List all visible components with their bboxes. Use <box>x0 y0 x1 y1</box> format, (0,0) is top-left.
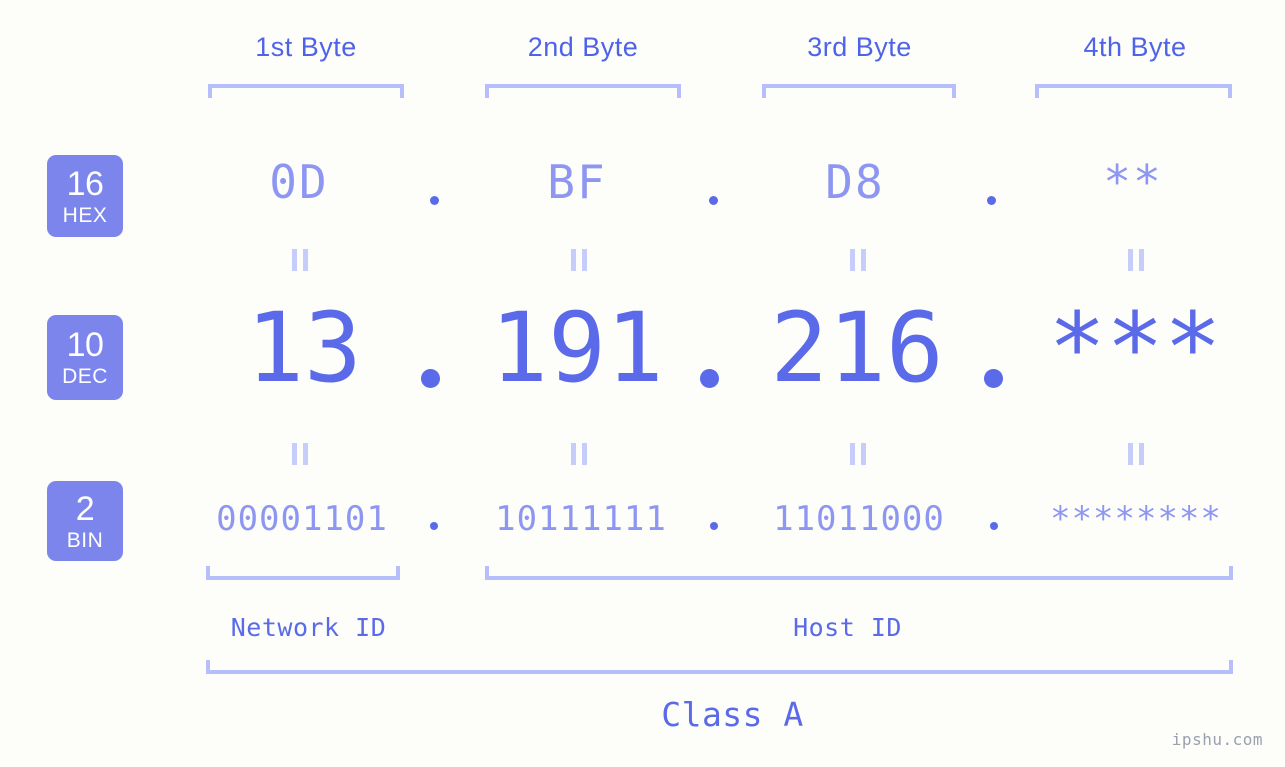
equals-symbol-hex-dec-3 <box>850 249 866 271</box>
network-id-label: Network ID <box>230 613 387 642</box>
base-badge-hex-number: 16 <box>66 164 104 203</box>
host-id-label: Host ID <box>793 613 902 642</box>
equals-symbol-hex-dec-1 <box>292 249 308 271</box>
dec-octet-1: 13 <box>246 292 362 404</box>
byte-header-2: 2nd Byte <box>527 32 639 62</box>
byte-bracket-4 <box>1035 84 1232 98</box>
ip-address-breakdown-diagram: 1st Byte 2nd Byte 3rd Byte 4th Byte 16 H… <box>0 0 1285 767</box>
hex-separator-dot-1 <box>430 196 439 205</box>
bin-separator-dot-1 <box>430 522 438 530</box>
equals-symbol-dec-bin-2 <box>571 443 587 465</box>
bin-separator-dot-3 <box>990 522 998 530</box>
bin-octet-4: ******** <box>1050 499 1222 539</box>
base-badge-hex-name: HEX <box>62 203 108 227</box>
class-bracket <box>206 660 1233 674</box>
dec-separator-dot-3 <box>984 369 1003 388</box>
base-badge-hex: 16 HEX <box>47 155 123 237</box>
hex-octet-2: BF <box>547 155 607 209</box>
watermark: ipshu.com <box>1171 730 1263 749</box>
base-badge-bin-number: 2 <box>75 489 95 528</box>
bin-octet-3: 11011000 <box>773 499 945 539</box>
dec-octet-4: *** <box>1048 292 1222 404</box>
equals-symbol-dec-bin-1 <box>292 443 308 465</box>
bin-octet-1: 00001101 <box>216 499 388 539</box>
dec-octet-3: 216 <box>770 292 944 404</box>
network-id-bracket <box>206 566 400 580</box>
host-id-bracket <box>485 566 1233 580</box>
hex-separator-dot-3 <box>987 196 996 205</box>
byte-header-1: 1st Byte <box>255 32 357 62</box>
base-badge-bin: 2 BIN <box>47 481 123 561</box>
equals-symbol-dec-bin-4 <box>1128 443 1144 465</box>
base-badge-dec-name: DEC <box>62 365 108 388</box>
dec-separator-dot-2 <box>700 369 719 388</box>
class-label: Class A <box>661 695 804 734</box>
hex-octet-4: ** <box>1103 155 1163 209</box>
equals-symbol-hex-dec-2 <box>571 249 587 271</box>
base-badge-dec: 10 DEC <box>47 315 123 400</box>
byte-bracket-2 <box>485 84 681 98</box>
bin-separator-dot-2 <box>710 522 718 530</box>
dec-octet-2: 191 <box>490 292 664 404</box>
byte-header-3: 3rd Byte <box>807 32 912 62</box>
byte-bracket-3 <box>762 84 956 98</box>
equals-symbol-hex-dec-4 <box>1128 249 1144 271</box>
bin-octet-2: 10111111 <box>495 499 667 539</box>
hex-separator-dot-2 <box>709 196 718 205</box>
base-badge-bin-name: BIN <box>66 528 104 552</box>
byte-header-4: 4th Byte <box>1083 32 1187 62</box>
equals-symbol-dec-bin-3 <box>850 443 866 465</box>
dec-separator-dot-1 <box>421 369 440 388</box>
hex-octet-3: D8 <box>825 155 885 209</box>
byte-bracket-1 <box>208 84 404 98</box>
hex-octet-1: 0D <box>269 155 329 209</box>
base-badge-dec-number: 10 <box>66 326 104 364</box>
